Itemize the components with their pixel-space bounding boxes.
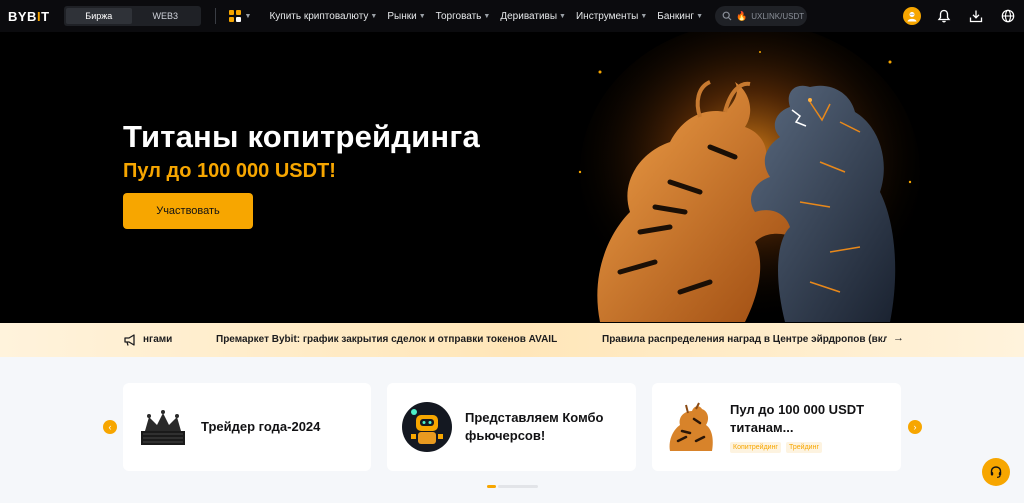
search-value: UXLINK/USDT [751, 11, 805, 21]
carousel-pagination [487, 485, 538, 488]
promo-carousel: ‹ Трейдер года-2024 Представляем Комбо ф… [0, 357, 1024, 503]
fire-icon: 🔥 [736, 10, 748, 21]
promo-card-tags: Копитрейдинг Трейдинг [730, 442, 822, 453]
participate-button[interactable]: Участвовать [123, 193, 253, 229]
promo-card[interactable]: Пул до 100 000 USDT титанам... Копитрейд… [652, 383, 901, 471]
promo-card-title: Представляем Комбо фьючерсов! [465, 410, 604, 443]
chevron-down-icon: ▼ [244, 12, 252, 20]
menu-banking[interactable]: Банкинг ▼ [657, 11, 703, 22]
main-menu: Купить криптовалюту ▼ Рынки ▼ Торговать ▼ Д… [259, 11, 703, 22]
promo-card-title: Трейдер года-2024 [201, 419, 321, 434]
titans-illustration [560, 32, 920, 323]
chevron-down-icon: ▼ [418, 12, 426, 20]
robot-illustration [402, 402, 452, 452]
bybit-logo[interactable]: BYB I T [8, 9, 50, 24]
avatar [903, 7, 921, 25]
download-button[interactable] [960, 9, 992, 23]
chevron-down-icon: ▼ [370, 12, 378, 20]
search-icon [722, 11, 732, 21]
globe-icon [1001, 9, 1015, 23]
menu-derivatives[interactable]: Деривативы ▼ [500, 11, 566, 22]
promo-card-title: Пул до 100 000 USDT титанам... [730, 402, 865, 435]
chevron-down-icon: ▼ [483, 12, 491, 20]
tab-exchange[interactable]: Биржа [65, 8, 133, 24]
exchange-web3-switch: Биржа WEB3 [63, 6, 201, 26]
ticker-item[interactable]: нгами [143, 334, 172, 345]
apps-menu-button[interactable]: ▼ [228, 10, 252, 22]
crown-illustration [137, 401, 189, 453]
ticker-item[interactable]: Премаркет Bybit: график закрытия сделок … [216, 334, 557, 345]
apps-grid-icon [228, 10, 241, 22]
promo-card[interactable]: Трейдер года-2024 [123, 383, 371, 471]
tab-web3[interactable]: WEB3 [132, 8, 199, 24]
chevron-down-icon: ▼ [559, 12, 566, 20]
hero-subtitle: Пул до 100 000 USDT! [123, 160, 336, 182]
bell-icon [937, 9, 951, 23]
carousel-prev-button[interactable]: ‹ [103, 420, 117, 434]
chevron-down-icon: ▼ [696, 12, 703, 20]
download-icon [969, 10, 983, 23]
hero-banner: Титаны копитрейдинга Пул до 100 000 USDT… [0, 32, 1024, 323]
carousel-next-button[interactable]: › [908, 420, 922, 434]
arrow-right-icon[interactable]: → [893, 332, 904, 344]
menu-buy-crypto[interactable]: Купить криптовалюту ▼ [269, 11, 377, 22]
nav-divider [214, 8, 216, 24]
megaphone-icon [124, 334, 135, 346]
tag-trading: Трейдинг [786, 442, 822, 453]
menu-trade[interactable]: Торговать ▼ [436, 11, 491, 22]
user-avatar-button[interactable] [896, 7, 928, 25]
promo-card[interactable]: Представляем Комбо фьючерсов! [387, 383, 636, 471]
titans-thumbnail [666, 401, 718, 453]
ticker-item[interactable]: Правила распределения наград в Центре эй… [602, 334, 887, 345]
announcement-ticker: нгами Премаркет Bybit: график закрытия с… [0, 323, 1024, 357]
menu-markets[interactable]: Рынки ▼ [387, 11, 425, 22]
menu-tools[interactable]: Инструменты ▼ [576, 11, 647, 22]
support-chat-button[interactable] [982, 458, 1010, 486]
user-icon [907, 12, 917, 22]
pagination-dot[interactable] [498, 485, 538, 488]
tag-copytrading: Копитрейдинг [730, 442, 781, 453]
nav-actions [896, 0, 1024, 32]
hero-title: Титаны копитрейдинга [123, 119, 480, 154]
pagination-dot-active[interactable] [487, 485, 496, 488]
headset-icon [990, 466, 1002, 478]
language-button[interactable] [992, 9, 1024, 23]
search-input[interactable]: 🔥 UXLINK/USDT [715, 6, 807, 26]
notifications-button[interactable] [928, 9, 960, 23]
chevron-down-icon: ▼ [640, 12, 648, 20]
top-nav: BYB I T Биржа WEB3 ▼ Купить криптовалюту ▼ … [0, 0, 1024, 32]
